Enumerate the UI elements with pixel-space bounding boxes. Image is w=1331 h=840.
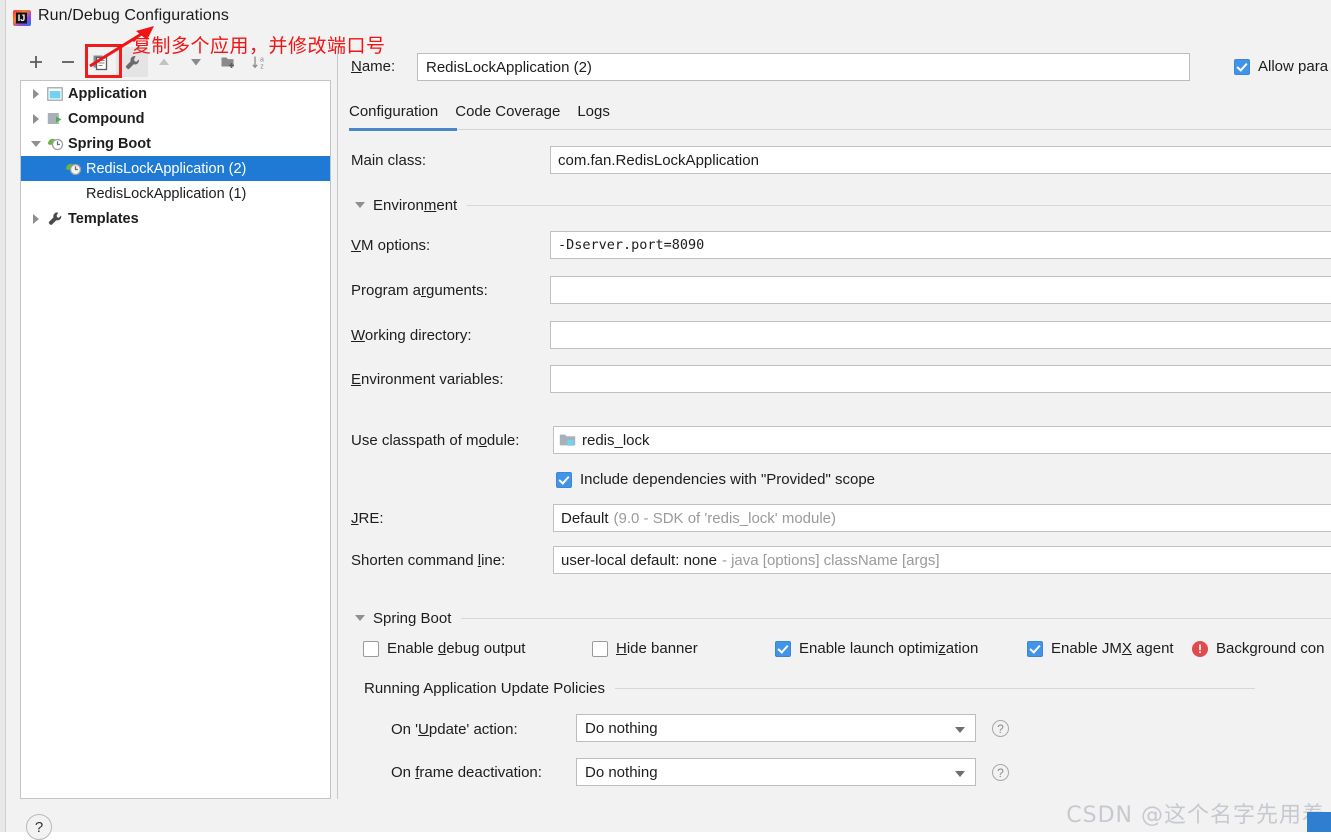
dialog-help-button[interactable]: ? [26, 814, 52, 840]
vm-options-value: -Dserver.port=8090 [558, 237, 705, 253]
environment-section-header[interactable]: Environment [355, 196, 1331, 214]
chevron-down-icon[interactable] [955, 727, 965, 733]
section-divider [461, 617, 1331, 619]
shorten-command-line-combo[interactable]: user-local default: none - java [options… [553, 546, 1331, 574]
on-frame-deactivation-combo[interactable]: Do nothing [576, 758, 976, 786]
use-classpath-value: redis_lock [582, 431, 650, 449]
shorten-command-line-label: Shorten command line: [351, 552, 506, 569]
enable-launch-optimization-checkbox[interactable]: Enable launch optimization [775, 640, 978, 657]
checkbox-icon[interactable] [775, 640, 791, 657]
section-divider [615, 687, 1255, 689]
update-policies-section-header: Running Application Update Policies [364, 679, 1255, 697]
working-directory-input[interactable] [550, 321, 1331, 349]
hide-banner-label: Hide banner [616, 640, 698, 657]
spring-boot-section-header[interactable]: Spring Boot [355, 609, 1331, 627]
on-update-action-label: On 'Update' action: [391, 721, 518, 738]
environment-section-title: Environment [373, 196, 458, 214]
dialog-body: IJ Run/Debug Configurations a z 复制多个应用，并… [6, 0, 1331, 840]
on-frame-deactivation-value: Do nothing [585, 763, 658, 781]
checkbox-icon[interactable] [592, 640, 608, 657]
checkbox-icon[interactable] [1027, 640, 1043, 657]
background-configuration-warning: ! Background con [1192, 640, 1324, 657]
chevron-down-icon[interactable] [355, 615, 365, 621]
enable-debug-output-label: Enable debug output [387, 640, 526, 657]
on-update-action-combo[interactable]: Do nothing [576, 714, 976, 742]
checkbox-icon[interactable] [556, 471, 572, 488]
main-class-label: Main class: [351, 152, 427, 169]
vm-options-label: VM options: [351, 237, 431, 254]
csdn-watermark: CSDN @这个名字先用着 [1066, 803, 1325, 828]
environment-variables-label: Environment variables: [351, 371, 504, 388]
module-icon [559, 433, 576, 447]
program-arguments-input[interactable] [550, 276, 1331, 304]
run-debug-configurations-dialog: IJ Run/Debug Configurations a z 复制多个应用，并… [0, 0, 1331, 840]
checkbox-icon[interactable] [363, 640, 379, 657]
main-class-input[interactable]: com.fan.RedisLockApplication [550, 146, 1331, 174]
shorten-command-line-detail: - java [options] className [args] [721, 551, 940, 569]
spring-boot-section-title: Spring Boot [373, 609, 452, 627]
enable-launch-optimization-label: Enable launch optimization [799, 640, 979, 657]
jre-combo[interactable]: Default (9.0 - SDK of 'redis_lock' modul… [553, 504, 1331, 532]
jre-label: JRE: [351, 510, 384, 527]
chevron-down-icon[interactable] [955, 771, 965, 777]
enable-jmx-agent-checkbox[interactable]: Enable JMX agent [1027, 640, 1174, 657]
use-classpath-label: Use classpath of module: [351, 432, 520, 449]
on-update-action-value: Do nothing [585, 719, 658, 737]
on-update-action-help-icon[interactable]: ? [992, 720, 1009, 737]
vm-options-input[interactable]: -Dserver.port=8090 [550, 231, 1331, 259]
working-directory-label: Working directory: [351, 327, 472, 344]
include-provided-scope-checkbox[interactable]: Include dependencies with "Provided" sco… [556, 471, 875, 488]
update-policies-title: Running Application Update Policies [364, 679, 605, 697]
include-provided-scope-label: Include dependencies with "Provided" sco… [580, 471, 876, 488]
jre-value: Default [561, 509, 609, 527]
section-divider [467, 204, 1331, 206]
hide-banner-checkbox[interactable]: Hide banner [592, 640, 698, 657]
environment-variables-input[interactable] [550, 365, 1331, 393]
chevron-down-icon[interactable] [355, 202, 365, 208]
on-frame-deactivation-help-icon[interactable]: ? [992, 764, 1009, 781]
jre-value-detail: (9.0 - SDK of 'redis_lock' module) [613, 509, 837, 527]
watermark-overlay-block [1307, 812, 1331, 832]
enable-jmx-agent-label: Enable JMX agent [1051, 640, 1174, 657]
configuration-form: Main class: com.fan.RedisLockApplication… [6, 0, 1331, 832]
on-frame-deactivation-label: On frame deactivation: [391, 764, 542, 781]
use-classpath-combo[interactable]: redis_lock [553, 426, 1331, 454]
program-arguments-label: Program arguments: [351, 282, 488, 299]
main-class-value: com.fan.RedisLockApplication [558, 151, 759, 169]
background-configuration-label: Background con [1216, 640, 1325, 657]
error-icon: ! [1192, 640, 1208, 657]
shorten-command-line-value: user-local default: none [561, 551, 717, 569]
enable-debug-output-checkbox[interactable]: Enable debug output [363, 640, 525, 657]
